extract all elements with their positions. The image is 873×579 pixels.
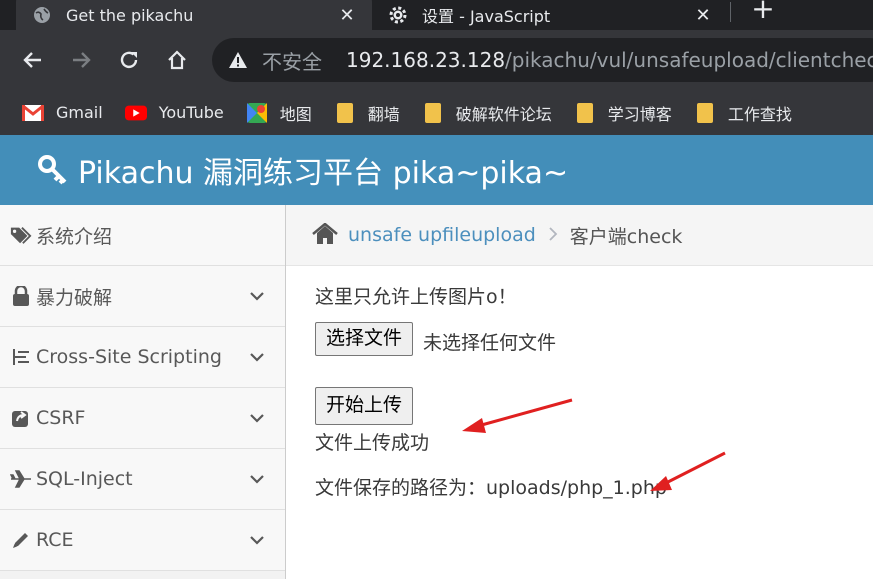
main-content: 这里只允许上传图片o！ 选择文件 未选择任何文件 开始上传 文件上传成功 文件保… <box>286 266 873 579</box>
sidebar-item-label: 暴力破解 <box>36 286 113 309</box>
tab-title: 设置 - JavaScript <box>422 7 551 26</box>
sidebar-item-xss[interactable]: Cross-Site Scripting <box>0 327 285 388</box>
breadcrumb-link[interactable]: unsafe upfileupload <box>348 224 536 246</box>
folder-icon <box>422 102 444 123</box>
home-icon <box>312 223 338 247</box>
chevron-down-icon <box>250 414 264 423</box>
forward-icon[interactable] <box>65 44 97 76</box>
bookmark-youtube[interactable]: YouTube <box>124 103 224 122</box>
sidebar-item-rce[interactable]: RCE <box>0 510 285 571</box>
sidebar-item-label: Cross-Site Scripting <box>36 346 222 368</box>
url-host: 192.168.23.128 <box>346 48 506 72</box>
back-icon[interactable] <box>17 44 49 76</box>
bookmark-label: 地图 <box>279 104 312 124</box>
upload-button[interactable]: 开始上传 <box>315 387 414 425</box>
sidebar-item-sqli[interactable]: SQL-Inject <box>0 449 285 510</box>
chevron-down-icon <box>250 353 264 362</box>
bookmark-label: 学习博客 <box>607 104 672 124</box>
folder-icon <box>334 102 356 123</box>
breadcrumb: unsafe upfileupload 客户端check <box>286 205 873 266</box>
lock-icon <box>10 285 32 307</box>
folder-icon <box>574 102 596 123</box>
sidebar-item-label: RCE <box>36 529 74 551</box>
home-button-icon[interactable] <box>161 44 193 76</box>
bookmark-folder[interactable]: 破解软件论坛 <box>422 101 552 125</box>
youtube-icon <box>124 104 147 122</box>
file-status: 未选择任何文件 <box>423 332 557 354</box>
folder-icon <box>694 102 716 123</box>
url-path: /pikachu/vul/unsafeupload/clientcheck.ph… <box>505 48 873 72</box>
tab-settings[interactable]: 设置 - JavaScript ✕ <box>372 0 728 30</box>
breadcrumb-current: 客户端check <box>569 225 683 248</box>
tab-strip: Get the pikachu ✕ 设置 - JavaScript ✕ + <box>0 0 873 30</box>
bookmark-folder[interactable]: 学习博客 <box>574 101 672 125</box>
reload-icon[interactable] <box>113 44 145 76</box>
bookmark-folder[interactable]: 翻墙 <box>334 101 400 125</box>
bookmark-label: Gmail <box>56 103 103 122</box>
list-icon <box>10 346 32 368</box>
site-title: Pikachu 漏洞练习平台 pika~pika~ <box>78 156 569 191</box>
bookmark-gmail[interactable]: Gmail <box>22 103 103 122</box>
sidebar-item-bruteforce[interactable]: 暴力破解 <box>0 266 285 327</box>
chevron-down-icon <box>250 475 264 484</box>
plane-icon <box>10 468 32 490</box>
close-icon[interactable]: ✕ <box>336 4 358 26</box>
gmail-icon <box>22 104 44 122</box>
address-bar[interactable]: 不安全 192.168.23.128/pikachu/vul/unsafeupl… <box>212 38 873 82</box>
chevron-down-icon <box>250 536 264 545</box>
bookmark-maps[interactable]: 地图 <box>246 101 312 125</box>
bookmark-folder[interactable]: 工作查找 <box>694 101 792 125</box>
bookmark-label: YouTube <box>158 103 224 122</box>
bookmark-label: 翻墙 <box>367 104 400 124</box>
share-icon <box>10 407 32 429</box>
tab-active[interactable]: Get the pikachu ✕ <box>16 0 372 30</box>
sidebar-item-label: SQL-Inject <box>36 468 133 490</box>
insecure-label: 不安全 <box>262 49 322 74</box>
chevron-down-icon <box>250 292 264 301</box>
browser-toolbar: 不安全 192.168.23.128/pikachu/vul/unsafeupl… <box>0 30 873 90</box>
new-tab-button[interactable]: + <box>748 0 778 26</box>
pencil-icon <box>10 529 32 551</box>
upload-instructions: 这里只允许上传图片o！ <box>315 286 517 308</box>
globe-icon <box>32 5 52 25</box>
gear-icon <box>388 5 408 25</box>
bookmark-label: 工作查找 <box>727 104 792 124</box>
key-icon <box>38 155 68 185</box>
tags-icon <box>10 224 32 246</box>
breadcrumb-separator <box>548 225 558 246</box>
bookmark-label: 破解软件论坛 <box>455 104 552 124</box>
bookmarks-bar: Gmail YouTube 地图 翻墙 破解软件论坛 学习博客 工作查找 <box>0 90 873 135</box>
site-header: Pikachu 漏洞练习平台 pika~pika~ <box>0 135 873 205</box>
tab-divider <box>730 2 731 22</box>
sidebar: 系统介绍 暴力破解 Cross-Site Scripting CSRF SQL-… <box>0 205 286 579</box>
sidebar-item-csrf[interactable]: CSRF <box>0 388 285 449</box>
close-icon[interactable]: ✕ <box>692 4 714 26</box>
maps-icon <box>246 102 268 123</box>
upload-success-message: 文件上传成功 <box>315 432 430 454</box>
sidebar-item-label: 系统介绍 <box>36 225 113 248</box>
sidebar-item-label: CSRF <box>36 407 86 429</box>
choose-file-button[interactable]: 选择文件 <box>315 322 414 356</box>
warning-icon <box>228 49 248 71</box>
sidebar-item-intro[interactable]: 系统介绍 <box>0 205 285 266</box>
tab-title: Get the pikachu <box>66 5 194 25</box>
saved-path-message: 文件保存的路径为：uploads/php_1.php <box>315 477 667 499</box>
